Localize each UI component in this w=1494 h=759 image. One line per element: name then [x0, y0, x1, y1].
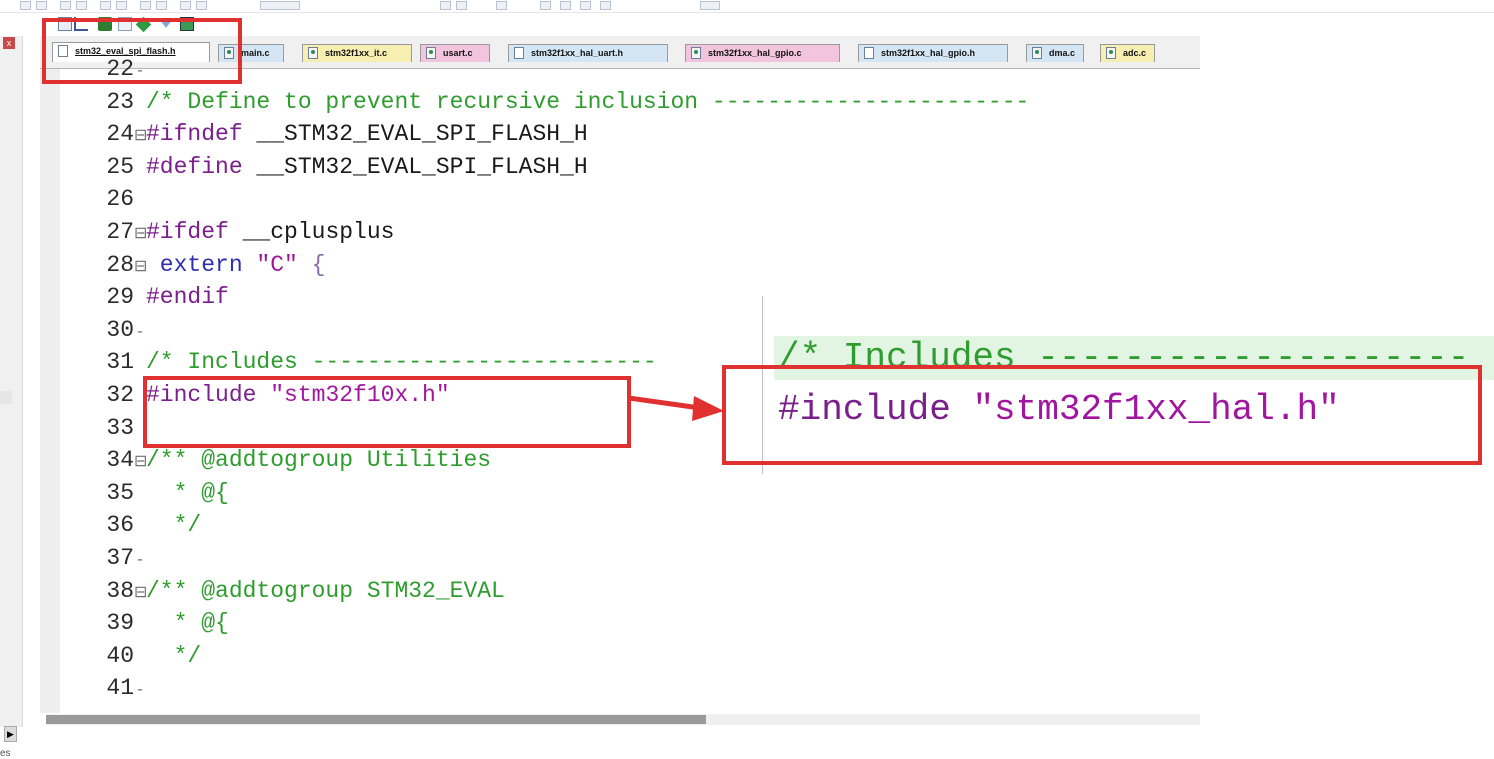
- scroll-right-button[interactable]: ▶: [4, 726, 17, 742]
- panel-tab-label[interactable]: es: [0, 748, 11, 759]
- annotation-arrow: [628, 395, 724, 421]
